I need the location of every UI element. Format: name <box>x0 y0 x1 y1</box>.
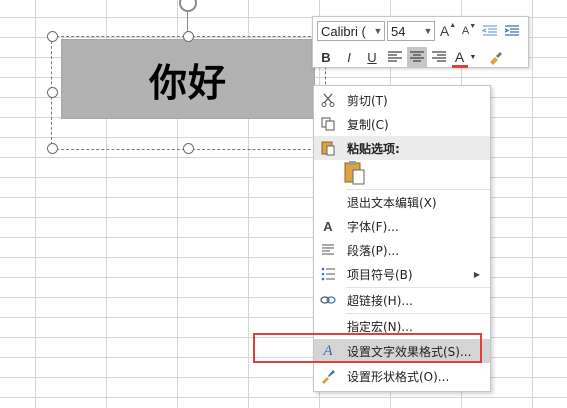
grow-font-icon: A <box>439 23 450 39</box>
menu-item-copy[interactable]: 复制(C) <box>314 112 490 136</box>
copy-icon <box>319 115 337 133</box>
menu-item-label: 字体(F)... <box>347 219 399 234</box>
shape-format-icon <box>319 367 337 385</box>
menu-item-exit-text-edit[interactable]: 退出文本编辑(X) <box>314 190 490 214</box>
font-color-icon: A <box>454 49 465 65</box>
menu-item-label: 超链接(H)... <box>347 293 413 308</box>
paragraph-icon <box>319 241 337 259</box>
mini-toolbar: Calibri ( ▼ 54 ▼ A ▲ A ▼ B I U A ▼ <box>312 16 529 68</box>
menu-item-label: 粘贴选项: <box>347 141 400 156</box>
bullets-icon <box>319 265 337 283</box>
menu-item-bullets[interactable]: 项目符号(B) ▶ <box>314 262 490 286</box>
format-painter-icon <box>490 52 502 65</box>
underline-button[interactable]: U <box>362 47 382 67</box>
align-left-icon <box>388 51 402 62</box>
menu-item-label: 段落(P)... <box>347 243 400 258</box>
menu-item-label: 指定宏(N)... <box>347 319 413 334</box>
menu-item-label: 退出文本编辑(X) <box>347 195 437 210</box>
shrink-font-button[interactable]: A ▼ <box>460 22 478 40</box>
chevron-down-icon[interactable]: ▼ <box>372 26 384 36</box>
font-name-value: Calibri ( <box>321 23 366 39</box>
menu-item-format-shape[interactable]: 设置形状格式(O)... <box>314 364 490 388</box>
increase-indent-icon <box>504 25 519 36</box>
shrink-font-icon: A <box>461 25 470 37</box>
paste-icon <box>319 139 337 157</box>
menu-item-label: 设置形状格式(O)... <box>347 369 450 384</box>
format-painter-button[interactable] <box>485 47 505 67</box>
resize-handle-bl[interactable] <box>47 143 58 154</box>
chevron-down-icon[interactable]: ▼ <box>422 26 434 36</box>
resize-handle-bc[interactable] <box>183 143 194 154</box>
bold-button[interactable]: B <box>316 47 336 67</box>
menu-item-hyperlink[interactable]: 超链接(H)... <box>314 288 490 312</box>
text-shape[interactable]: 你好 <box>62 40 314 118</box>
menu-item-label: 剪切(T) <box>347 93 388 108</box>
menu-item-font[interactable]: A 字体(F)... <box>314 214 490 238</box>
font-size-box[interactable]: 54 ▼ <box>387 21 435 41</box>
align-right-button[interactable] <box>429 47 449 67</box>
submenu-arrow-icon: ▶ <box>473 269 480 279</box>
align-right-icon <box>432 51 446 62</box>
resize-handle-tc[interactable] <box>183 31 194 42</box>
font-color-button[interactable]: A ▼ <box>451 47 477 68</box>
align-center-button[interactable] <box>407 47 427 67</box>
shape-text[interactable]: 你好 <box>149 52 227 107</box>
grow-font-button[interactable]: A ▲ <box>439 22 457 40</box>
font-name-box[interactable]: Calibri ( ▼ <box>317 21 385 41</box>
decrease-indent-button[interactable] <box>481 22 499 40</box>
font-size-value: 54 <box>391 23 406 39</box>
bold-icon: B <box>321 49 331 65</box>
resize-handle-tl[interactable] <box>47 31 58 42</box>
menu-item-label: 复制(C) <box>347 117 389 132</box>
scissors-icon <box>319 91 337 109</box>
italic-button[interactable]: I <box>339 47 359 67</box>
italic-icon: I <box>347 49 351 65</box>
hyperlink-icon <box>319 291 337 309</box>
increase-indent-button[interactable] <box>503 22 521 40</box>
resize-handle-ml[interactable] <box>47 87 58 98</box>
menu-item-label: 项目符号(B) <box>347 267 413 282</box>
underline-icon: U <box>367 49 377 65</box>
highlight-annotation-box <box>253 333 482 363</box>
menu-paste-options-header: 粘贴选项: <box>314 136 490 160</box>
menu-item-cut[interactable]: 剪切(T) <box>314 88 490 112</box>
menu-item-paragraph[interactable]: 段落(P)... <box>314 238 490 262</box>
align-left-button[interactable] <box>385 47 405 67</box>
align-center-icon <box>410 51 424 62</box>
decrease-indent-icon <box>482 25 497 36</box>
font-icon: A <box>323 218 333 234</box>
paste-keep-text-only-icon[interactable] <box>344 160 366 186</box>
